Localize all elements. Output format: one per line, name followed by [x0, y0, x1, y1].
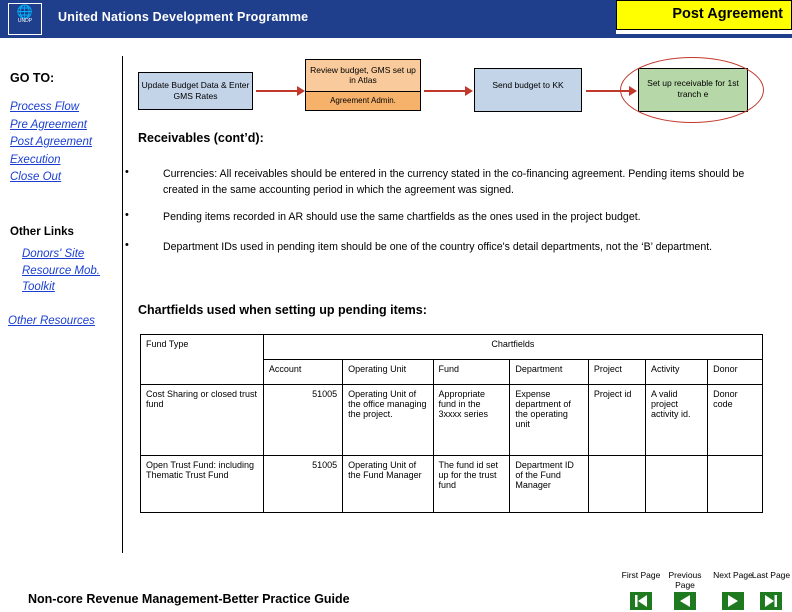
- table-col-fund: Fund: [432, 359, 511, 385]
- other-links-label: Other Links: [10, 226, 74, 238]
- table-title: Chartfields used when setting up pending…: [138, 303, 427, 317]
- table-col-donor: Donor: [707, 359, 763, 385]
- first-page-label: First Page: [621, 570, 661, 580]
- bullet-text: Department IDs used in pending item shou…: [163, 241, 713, 253]
- nav-item-execution[interactable]: Execution: [10, 152, 120, 170]
- cell-project: Project id: [587, 384, 647, 456]
- cell-fund-type: Open Trust Fund: including Thematic Trus…: [140, 455, 264, 513]
- table-col-activity: Activity: [644, 359, 709, 385]
- flow-box-update-budget[interactable]: Update Budget Data & Enter GMS Rates: [138, 72, 253, 110]
- nav-item-resource-mob[interactable]: Resource Mob.: [22, 263, 132, 280]
- flow-arrow-2-icon: [424, 86, 473, 96]
- cell-activity: [644, 455, 709, 513]
- cell-project: [587, 455, 647, 513]
- flow-box-review-budget-label: Review budget, GMS set up in Atlas: [310, 65, 416, 85]
- table-col-project: Project: [587, 359, 647, 385]
- vertical-divider: [122, 56, 123, 553]
- page-header: 🌐 UNDP United Nations Development Progra…: [0, 0, 792, 38]
- next-page-label: Next Page: [713, 570, 753, 580]
- bullet-dot-icon: •: [125, 239, 129, 251]
- cell-department: Department ID of the Fund Manager: [509, 455, 589, 513]
- table-col-account: Account: [262, 359, 344, 385]
- bullet-dot-icon: •: [125, 166, 129, 178]
- table-header-chartfields: Chartfields: [262, 334, 764, 360]
- cell-operating-unit: Operating Unit of the Fund Manager: [342, 455, 434, 513]
- flow-box-send-budget[interactable]: Send budget to KK: [474, 68, 582, 112]
- table-col-department: Department: [509, 359, 589, 385]
- flow-arrow-1-icon: [256, 86, 305, 96]
- last-page-label: Last Page: [751, 570, 791, 580]
- table-row: Cost Sharing or closed trust fund 51005 …: [140, 384, 763, 456]
- footer-title: Non-core Revenue Management-Better Pract…: [28, 592, 350, 606]
- bullet-text: Currencies: All receivables should be en…: [163, 168, 745, 196]
- cell-donor: Donor code: [707, 384, 763, 456]
- table-col-operating-unit: Operating Unit: [342, 359, 434, 385]
- nav-item-post-agreement[interactable]: Post Agreement: [10, 134, 120, 152]
- cell-account: 51005: [262, 455, 344, 513]
- main-nav: Process Flow Pre Agreement Post Agreemen…: [10, 99, 120, 187]
- cell-fund-type: Cost Sharing or closed trust fund: [140, 384, 264, 456]
- previous-page-icon[interactable]: [674, 592, 696, 610]
- undp-logo: 🌐 UNDP: [8, 3, 42, 35]
- flow-box-update-budget-label: Update Budget Data & Enter GMS Rates: [141, 80, 250, 101]
- table-header-row: Fund Type Chartfields: [140, 334, 764, 385]
- nav-item-close-out[interactable]: Close Out: [10, 169, 120, 187]
- nav-item-process-flow[interactable]: Process Flow: [10, 99, 120, 117]
- cell-fund: Appropriate fund in the 3xxxx series: [432, 384, 511, 456]
- bullet-dot-icon: •: [125, 209, 129, 221]
- first-page-icon[interactable]: [630, 592, 652, 610]
- highlight-ellipse: [620, 57, 764, 123]
- organization-title: United Nations Development Programme: [58, 10, 309, 24]
- globe-icon: 🌐: [16, 4, 34, 19]
- chartfields-table: Fund Type Chartfields Account Operating …: [140, 334, 764, 513]
- previous-page-label: Previous Page: [668, 570, 702, 590]
- last-page-icon[interactable]: [760, 592, 782, 610]
- flow-box-review-budget[interactable]: Review budget, GMS set up in Atlas Agree…: [305, 59, 421, 111]
- header-underline: [616, 34, 792, 38]
- flow-box-send-budget-label: Send budget to KK: [492, 80, 564, 90]
- next-page-icon[interactable]: [722, 592, 744, 610]
- section-tab-label: Post Agreement: [672, 6, 783, 22]
- undp-logo-text: UNDP: [17, 18, 33, 24]
- table-row: Open Trust Fund: including Thematic Trus…: [140, 455, 763, 513]
- section-title: Receivables (cont’d):: [138, 131, 264, 145]
- cell-donor: [707, 455, 763, 513]
- goto-label: GO TO:: [10, 71, 55, 85]
- cell-department: Expense department of the operating unit: [509, 384, 589, 456]
- nav-item-donors-site[interactable]: Donors' Site: [22, 246, 132, 263]
- cell-account: 51005: [262, 384, 344, 456]
- flow-box-review-budget-owner: Agreement Admin.: [306, 91, 420, 110]
- other-links-nav: Donors' Site Resource Mob. Toolkit: [22, 246, 132, 296]
- cell-activity: A valid project activity id.: [644, 384, 709, 456]
- table-header-fund-type: Fund Type: [140, 334, 264, 385]
- section-tab[interactable]: Post Agreement: [616, 0, 792, 30]
- bullet-text: Pending items recorded in AR should use …: [163, 211, 641, 223]
- cell-operating-unit: Operating Unit of the office managing th…: [342, 384, 434, 456]
- nav-item-pre-agreement[interactable]: Pre Agreement: [10, 117, 120, 135]
- nav-item-other-resources[interactable]: Other Resources: [8, 315, 95, 327]
- cell-fund: The fund id set up for the trust fund: [432, 455, 511, 513]
- nav-item-toolkit[interactable]: Toolkit: [22, 279, 132, 296]
